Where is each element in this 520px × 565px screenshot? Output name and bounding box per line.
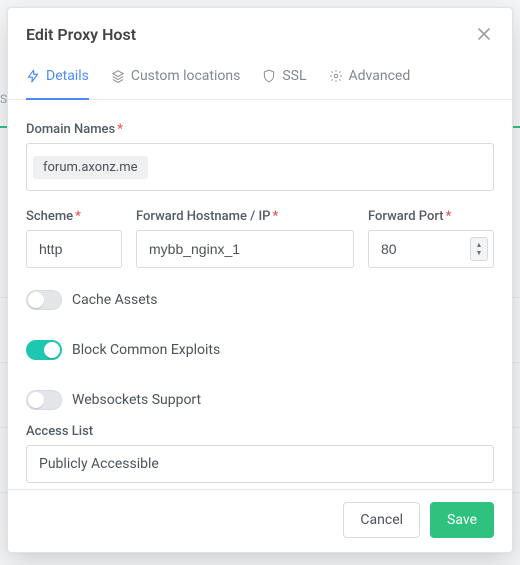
- tab-label: SSL: [282, 68, 306, 84]
- modal-footer: Cancel Save: [8, 489, 512, 552]
- port-stepper[interactable]: ▲ ▼: [470, 237, 488, 261]
- tab-custom-locations[interactable]: Custom locations: [111, 58, 241, 100]
- toggle-websockets[interactable]: Websockets Support: [26, 390, 246, 410]
- modal-header: Edit Proxy Host: [8, 8, 512, 58]
- close-icon: [478, 25, 490, 44]
- field-scheme: Scheme*: [26, 209, 122, 268]
- switch-block-exploits[interactable]: [26, 340, 62, 360]
- required-mark: *: [272, 209, 278, 224]
- hostname-input[interactable]: [136, 230, 354, 268]
- layers-icon: [111, 69, 125, 83]
- label-hostname: Forward Hostname / IP*: [136, 209, 354, 224]
- tab-label: Custom locations: [131, 68, 241, 84]
- tabs: Details Custom locations SSL Advanced: [8, 58, 512, 100]
- label-domain-names: Domain Names*: [26, 122, 494, 137]
- chevron-down-icon: ▼: [476, 249, 483, 257]
- shield-icon: [262, 69, 276, 83]
- field-port: Forward Port* ▲ ▼: [368, 209, 494, 268]
- tab-ssl[interactable]: SSL: [262, 58, 306, 100]
- edit-proxy-host-modal: Edit Proxy Host Details Custom locations…: [7, 7, 513, 553]
- save-button[interactable]: Save: [430, 502, 494, 538]
- label-port: Forward Port*: [368, 209, 494, 224]
- switch-cache-assets[interactable]: [26, 290, 62, 310]
- toggle-cache-assets[interactable]: Cache Assets: [26, 290, 246, 310]
- field-access-list: Access List Publicly Accessible: [26, 424, 494, 483]
- label-scheme: Scheme*: [26, 209, 122, 224]
- toggle-label: Block Common Exploits: [72, 342, 220, 358]
- modal-title: Edit Proxy Host: [26, 25, 136, 44]
- label-access-list: Access List: [26, 424, 494, 439]
- required-mark: *: [75, 209, 81, 224]
- cancel-button[interactable]: Cancel: [343, 502, 420, 538]
- modal-body: Domain Names* forum.axonz.me Scheme* For…: [8, 100, 512, 489]
- required-mark: *: [446, 209, 452, 224]
- field-domain-names: Domain Names* forum.axonz.me: [26, 122, 494, 191]
- toggle-block-exploits[interactable]: Block Common Exploits: [26, 340, 246, 360]
- bolt-icon: [26, 69, 40, 83]
- toggle-label: Cache Assets: [72, 292, 157, 308]
- close-button[interactable]: [474, 24, 494, 44]
- domain-names-input[interactable]: forum.axonz.me: [26, 143, 494, 191]
- field-hostname: Forward Hostname / IP*: [136, 209, 354, 268]
- tab-label: Advanced: [349, 68, 411, 84]
- gear-icon: [329, 69, 343, 83]
- toggle-label: Websockets Support: [72, 392, 201, 408]
- tab-details[interactable]: Details: [26, 58, 89, 100]
- chevron-up-icon: ▲: [476, 241, 483, 249]
- access-list-select[interactable]: Publicly Accessible: [26, 445, 494, 483]
- scheme-input[interactable]: [26, 230, 122, 268]
- switch-websockets[interactable]: [26, 390, 62, 410]
- tab-advanced[interactable]: Advanced: [329, 58, 411, 100]
- tab-label: Details: [46, 68, 89, 84]
- domain-tag[interactable]: forum.axonz.me: [33, 156, 148, 179]
- required-mark: *: [117, 122, 123, 137]
